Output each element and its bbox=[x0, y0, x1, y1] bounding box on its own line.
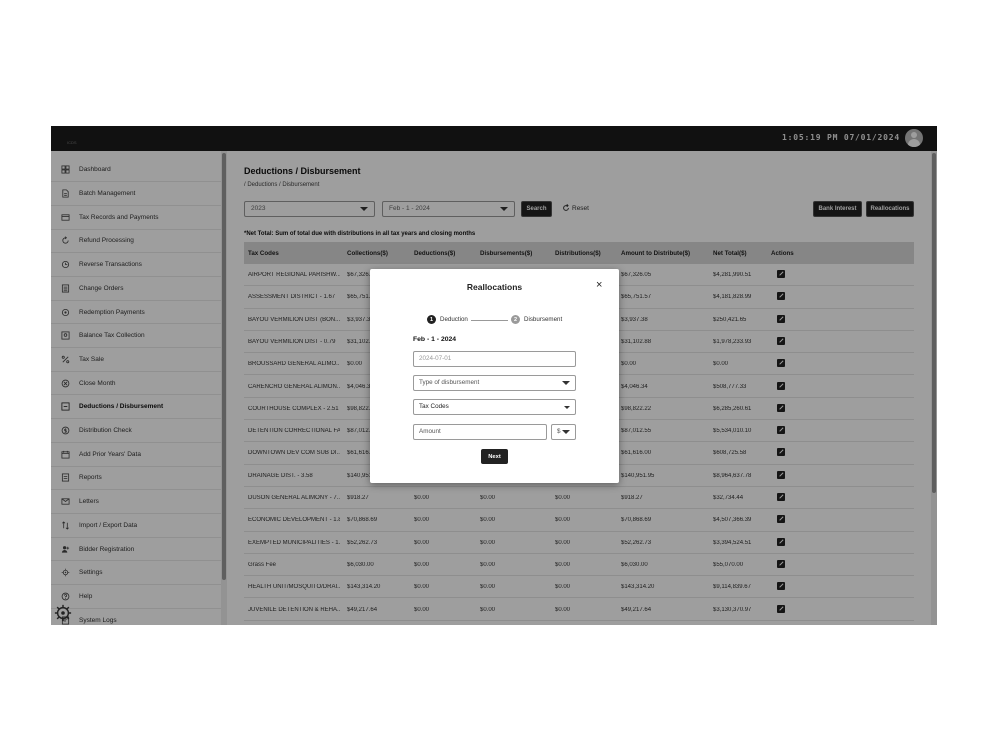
modal-date: Feb - 1 - 2024 bbox=[413, 336, 457, 343]
step-deduction: 1 Deduction bbox=[427, 315, 468, 324]
date-input[interactable]: 2024-07-01 bbox=[413, 351, 576, 367]
currency-select[interactable]: $ bbox=[551, 424, 576, 440]
step-1-label: Deduction bbox=[440, 316, 468, 323]
currency-value: $ bbox=[557, 428, 561, 435]
gear-icon[interactable] bbox=[54, 604, 72, 622]
chevron-down-icon bbox=[562, 430, 570, 434]
tax-codes-select[interactable]: Tax Codes bbox=[413, 399, 576, 415]
step-1-number: 1 bbox=[427, 315, 436, 324]
next-button[interactable]: Next bbox=[481, 449, 508, 464]
chevron-down-icon bbox=[562, 381, 570, 385]
step-2-label: Disbursement bbox=[524, 316, 563, 323]
step-2-number: 2 bbox=[511, 315, 520, 324]
tax-codes-value: Tax Codes bbox=[419, 403, 449, 410]
reallocations-modal: Reallocations × 1 Deduction 2 Disburseme… bbox=[370, 269, 619, 483]
disbursement-type-placeholder: Type of disbursement bbox=[419, 379, 480, 386]
amount-input[interactable]: Amount bbox=[413, 424, 547, 440]
step-connector bbox=[471, 320, 508, 321]
close-icon[interactable]: × bbox=[596, 280, 602, 291]
modal-title: Reallocations bbox=[466, 282, 523, 292]
step-disbursement: 2 Disbursement bbox=[511, 315, 562, 324]
app-window: ICDS 1:05:19 PM 07/01/2024 Dashboard Batc… bbox=[51, 126, 937, 625]
chevron-down-icon bbox=[564, 406, 570, 409]
disbursement-type-select[interactable]: Type of disbursement bbox=[413, 375, 576, 391]
